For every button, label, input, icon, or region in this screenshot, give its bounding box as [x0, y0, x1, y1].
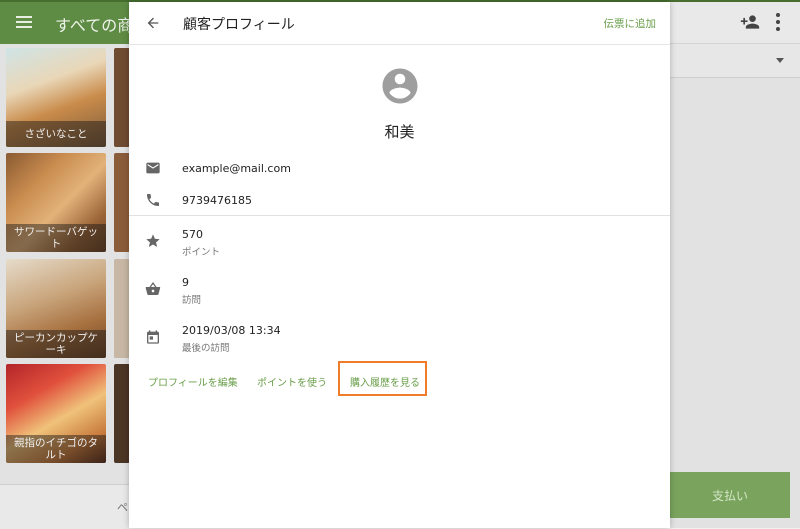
visits-label: 訪問	[182, 295, 202, 306]
order-header	[670, 2, 800, 44]
chevron-down-icon	[776, 58, 784, 63]
ticket-dropdown[interactable]	[670, 44, 800, 78]
product-name: ピーカンカップケーキ	[6, 330, 106, 358]
bottom-bar: ペ	[0, 484, 130, 529]
customer-phone: 9739476185	[182, 194, 252, 207]
shopping-basket-icon	[145, 282, 161, 295]
calendar-icon	[147, 330, 159, 344]
points-row: 570 ポイント	[129, 226, 670, 260]
add-customer-icon[interactable]	[740, 12, 760, 32]
add-to-slip-button[interactable]: 伝票に追加	[604, 16, 657, 31]
visits-row: 9 訪問	[129, 274, 670, 308]
product-tile[interactable]: サワードーバゲット	[6, 153, 106, 252]
menu-icon[interactable]	[16, 13, 32, 31]
points-label: ポイント	[182, 247, 221, 258]
more-vert-icon[interactable]	[776, 13, 780, 34]
customer-name: 和美	[384, 123, 415, 141]
order-panel	[670, 44, 800, 528]
product-tile[interactable]: 親指のイチゴのタルト	[6, 364, 106, 463]
use-points-button[interactable]: ポイントを使う	[257, 374, 327, 389]
product-tile[interactable]	[114, 48, 130, 147]
phone-icon	[147, 194, 159, 206]
visits-value: 9	[182, 276, 189, 289]
customer-email: example@mail.com	[182, 162, 291, 175]
phone-row: 9739476185	[129, 190, 670, 214]
product-name: サワードーバゲット	[6, 224, 106, 252]
account-circle-icon	[382, 68, 418, 104]
product-tile[interactable]: ピーカンカップケーキ	[6, 259, 106, 358]
edit-profile-button[interactable]: プロフィールを編集	[148, 374, 238, 389]
dialog-header: 顧客プロフィール 伝票に追加	[129, 2, 670, 45]
highlight-box	[338, 361, 427, 396]
pay-button[interactable]: 支払い	[670, 472, 790, 518]
customer-profile-dialog: 顧客プロフィール 伝票に追加 和美 example@mail.com 97394…	[129, 2, 670, 528]
points-value: 570	[182, 228, 203, 241]
email-icon	[146, 162, 160, 174]
product-tile[interactable]	[114, 259, 130, 358]
product-name: さざいなこと	[6, 121, 106, 147]
last-visit-label: 最後の訪問	[182, 343, 230, 354]
product-tile[interactable]: さざいなこと	[6, 48, 106, 147]
email-row: example@mail.com	[129, 158, 670, 182]
product-tile[interactable]	[114, 153, 130, 252]
last-visit-row: 2019/03/08 13:34 最後の訪問	[129, 322, 670, 356]
dialog-title: 顧客プロフィール	[183, 17, 295, 33]
product-grid: さざいなこと サワードーバゲット ピーカンカップケーキ 親指のイチゴのタルト	[0, 44, 130, 484]
product-name: 親指のイチゴのタルト	[6, 435, 106, 463]
star-icon	[146, 234, 160, 247]
back-arrow-icon[interactable]	[145, 15, 161, 31]
product-tile[interactable]	[114, 364, 130, 463]
divider	[129, 215, 670, 216]
bottom-bar-text: ペ	[117, 501, 128, 514]
last-visit-value: 2019/03/08 13:34	[182, 324, 281, 337]
